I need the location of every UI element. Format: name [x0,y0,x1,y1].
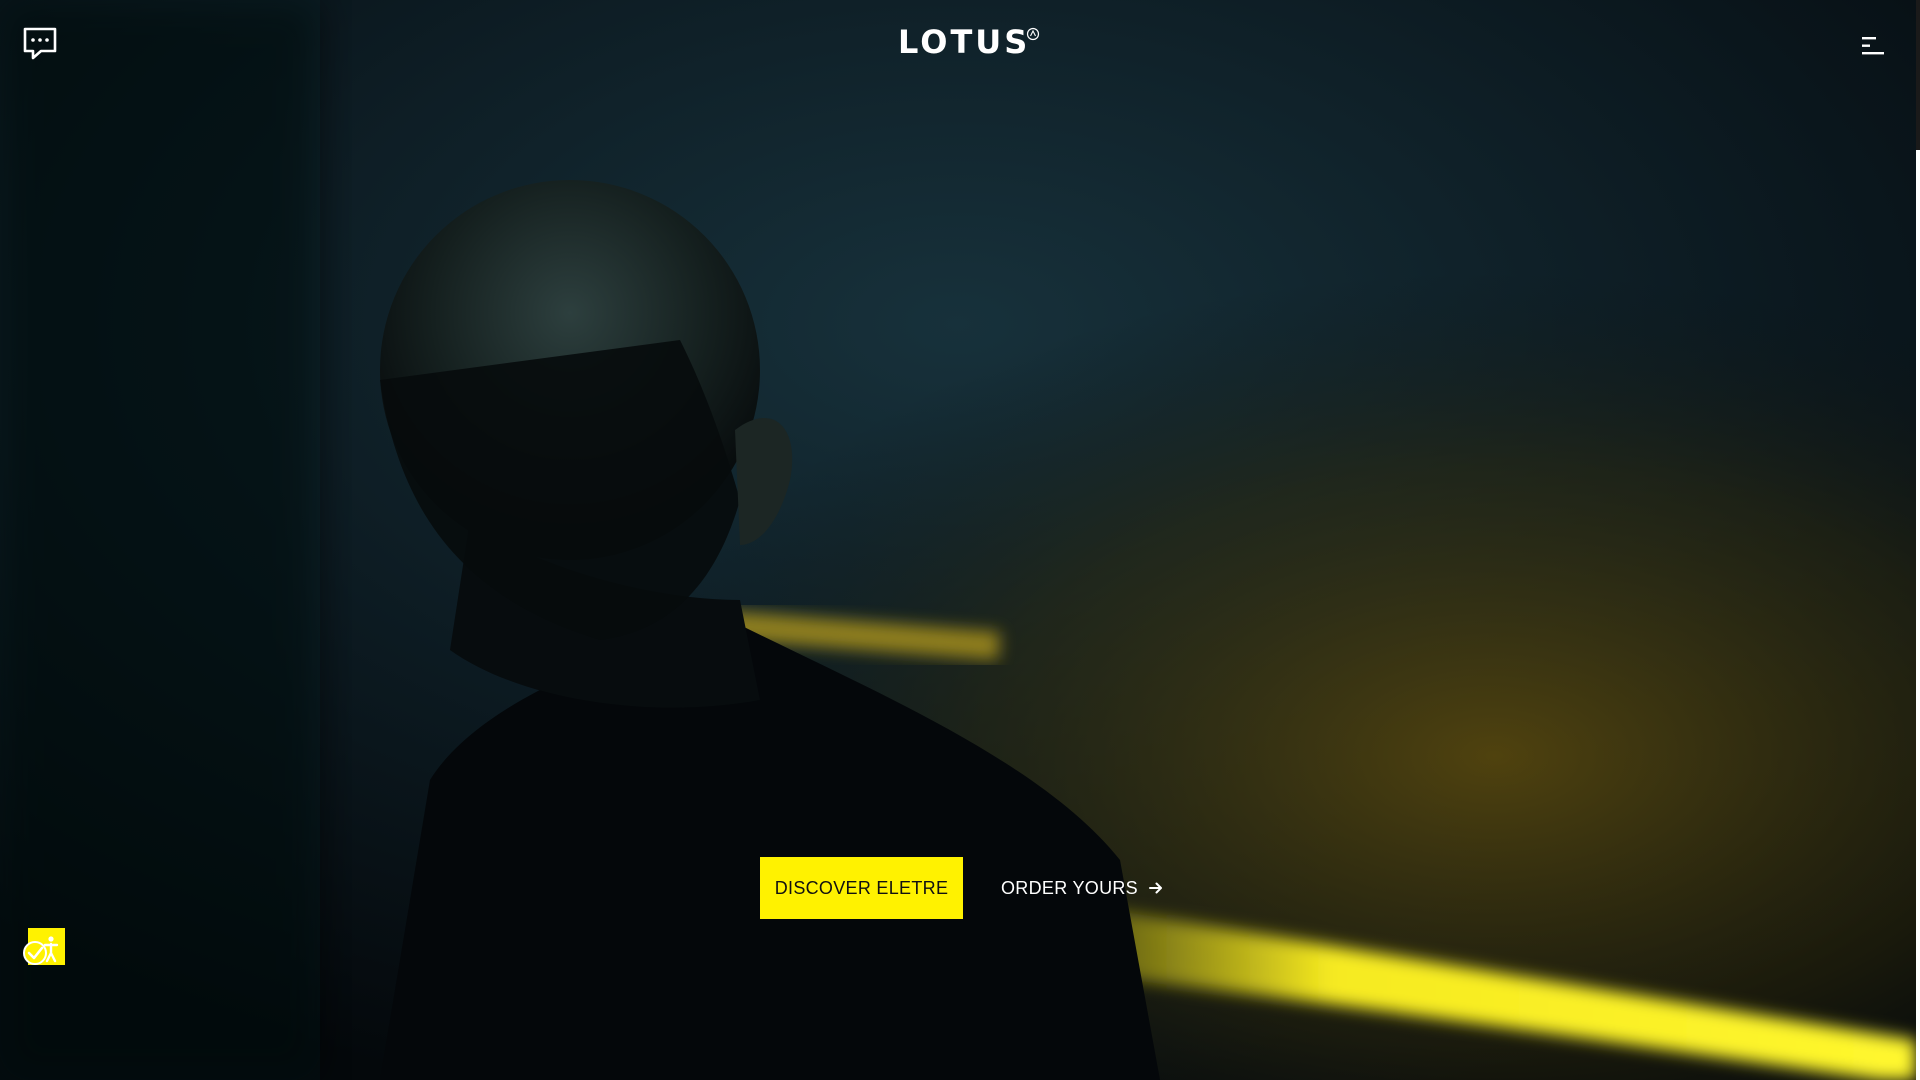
accessibility-icon [23,936,59,965]
scrollbar-thumb[interactable] [1916,0,1920,150]
arrow-right-icon [1149,882,1162,894]
chat-bubble-icon [23,27,57,60]
hamburger-menu-icon [1862,37,1884,55]
page: LOTUS DISCOVER ELETRE ORDER YOURS [0,0,1920,1080]
menu-button[interactable] [1860,34,1886,58]
accessibility-button[interactable] [22,928,65,966]
lotus-roundel-icon [1026,27,1040,41]
button-notch [929,857,963,861]
scrollbar-track[interactable] [1916,0,1920,1080]
chat-button[interactable] [22,26,60,62]
discover-eletre-label: DISCOVER ELETRE [774,877,949,898]
order-yours-link[interactable]: ORDER YOURS [1001,872,1164,904]
lotus-logo[interactable]: LOTUS [898,22,1030,62]
order-yours-label: ORDER YOURS [1001,877,1138,898]
discover-eletre-button[interactable]: DISCOVER ELETRE [760,857,963,919]
